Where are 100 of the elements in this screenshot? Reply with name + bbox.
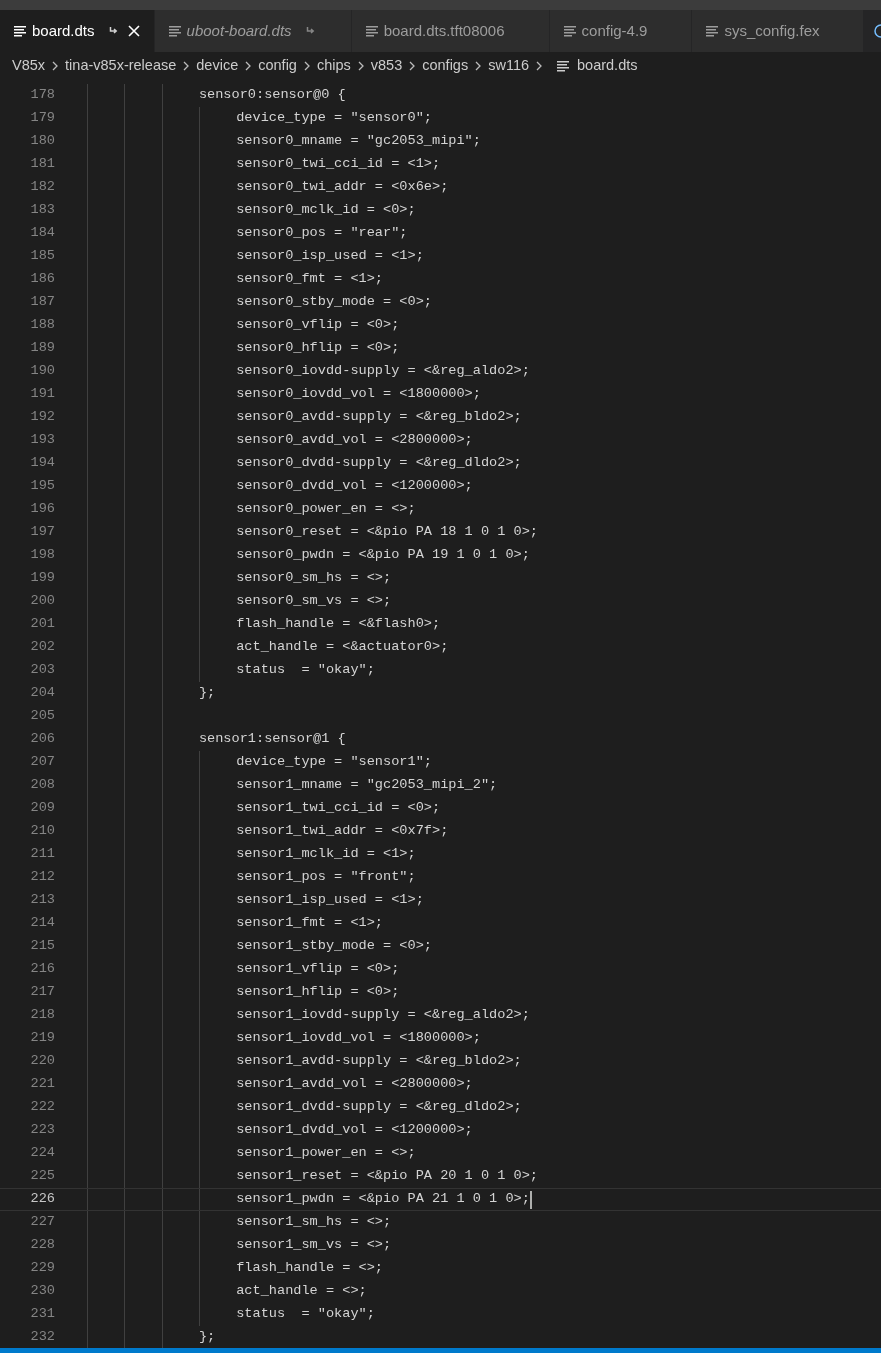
chevron-right-icon — [408, 61, 417, 71]
code-line: sensor1_iovdd_vol = <1800000>; — [236, 1029, 481, 1048]
chevron-right-icon — [182, 61, 191, 71]
line-number: 215 — [29, 937, 56, 956]
code-line: sensor1_fmt = <1>; — [236, 914, 384, 933]
breadcrumb-item[interactable]: v853 — [370, 55, 403, 77]
line-number: 178 — [29, 86, 56, 105]
line-number: 195 — [29, 477, 56, 496]
code-line: sensor0_avdd-supply = <&reg_bldo2>; — [236, 408, 522, 427]
line-number: 192 — [29, 408, 56, 427]
code-line: sensor1_vflip = <0>; — [236, 960, 400, 979]
editor-tab[interactable]: board.dts — [0, 10, 155, 52]
arrow-turn-icon — [305, 26, 315, 36]
breadcrumb-item[interactable]: board.dts — [577, 55, 638, 77]
code-line: sensor0_isp_used = <1>; — [236, 247, 424, 266]
breadcrumb-item[interactable]: configs — [422, 55, 469, 77]
file-lines-icon — [168, 25, 181, 37]
code-line: sensor0_dvdd_vol = <1200000>; — [236, 477, 473, 496]
line-number: 229 — [29, 1259, 56, 1278]
code-line: sensor1_pwdn = <&pio PA 21 1 0 1 0>; — [236, 1190, 530, 1209]
code-line: sensor1_dvdd_vol = <1200000>; — [236, 1121, 473, 1140]
file-lines-icon — [557, 60, 570, 72]
code-line: sensor0_mname = "gc2053_mipi"; — [236, 132, 481, 151]
file-lines-icon — [706, 25, 719, 37]
code-line: sensor0_stby_mode = <0>; — [236, 293, 432, 312]
line-number: 191 — [29, 385, 56, 404]
line-number: 188 — [29, 316, 56, 335]
editor-tab[interactable]: uboot-board.dts — [154, 10, 352, 52]
breadcrumb-item[interactable]: sw116 — [488, 55, 530, 77]
code-line: sensor1_mname = "gc2053_mipi_2"; — [236, 776, 498, 795]
line-number: 210 — [29, 822, 56, 841]
line-number: 204 — [29, 684, 56, 703]
code-line: sensor1_stby_mode = <0>; — [236, 937, 432, 956]
line-number: 209 — [29, 799, 56, 818]
file-lines-icon — [563, 25, 576, 37]
code-line: sensor0_sm_vs = <>; — [236, 592, 392, 611]
code-line: sensor0_iovdd_vol = <1800000>; — [236, 385, 481, 404]
code-line: sensor1_sm_hs = <>; — [236, 1213, 392, 1232]
code-line: flash_handle = <&flash0>; — [236, 615, 441, 634]
file-lines-icon — [14, 25, 26, 37]
code-line: sensor1_pos = "front"; — [236, 868, 416, 887]
line-number: 179 — [29, 109, 56, 128]
breadcrumb-item[interactable]: config — [258, 55, 297, 77]
code-line: sensor0_fmt = <1>; — [236, 270, 384, 289]
arrow-turn-icon — [108, 26, 118, 36]
line-number: 216 — [29, 960, 56, 979]
line-number: 185 — [29, 247, 56, 266]
code-line: sensor0_twi_addr = <0x6e>; — [236, 178, 449, 197]
code-line: sensor0_avdd_vol = <2800000>; — [236, 431, 473, 450]
line-number: 218 — [29, 1006, 56, 1025]
text-cursor — [529, 1190, 532, 1209]
code-line: sensor0_pwdn = <&pio PA 19 1 0 1 0>; — [236, 546, 530, 565]
line-number: 180 — [29, 132, 56, 151]
breadcrumb-item[interactable]: chips — [316, 55, 351, 77]
code-line: sensor1_hflip = <0>; — [236, 983, 400, 1002]
line-number: 206 — [29, 730, 56, 749]
line-number: 189 — [29, 339, 56, 358]
breadcrumb-item[interactable]: device — [196, 55, 239, 77]
line-number: 217 — [29, 983, 56, 1002]
line-number: 213 — [29, 891, 56, 910]
line-number: 211 — [29, 845, 56, 864]
code-line: status = "okay"; — [236, 661, 375, 680]
code-line: sensor0_sm_hs = <>; — [236, 569, 392, 588]
line-number: 226 — [29, 1190, 56, 1209]
code-line: sensor0_iovdd-supply = <&reg_aldo2>; — [236, 362, 530, 381]
code-line: sensor0_mclk_id = <0>; — [236, 201, 416, 220]
line-number: 232 — [29, 1328, 56, 1347]
breadcrumb-item[interactable]: tina-v85x-release — [65, 55, 177, 77]
line-number: 182 — [29, 178, 56, 197]
line-number: 190 — [29, 362, 56, 381]
code-line: act_handle = <&actuator0>; — [236, 638, 449, 657]
code-line: sensor1_sm_vs = <>; — [236, 1236, 392, 1255]
editor-tab[interactable]: board.dts.tft08006 — [351, 10, 550, 52]
line-number: 212 — [29, 868, 56, 887]
line-number: 205 — [29, 707, 56, 726]
line-number: 186 — [29, 270, 56, 289]
code-line: sensor0_pos = "rear"; — [236, 224, 408, 243]
code-line: device_type = "sensor0"; — [236, 109, 432, 128]
code-line: sensor1:sensor@1 { — [198, 730, 346, 749]
code-line: sensor0_hflip = <0>; — [236, 339, 400, 358]
line-number: 228 — [29, 1236, 56, 1255]
code-line: sensor1_dvdd-supply = <&reg_dldo2>; — [236, 1098, 522, 1117]
line-number: 197 — [29, 523, 56, 542]
line-number: 207 — [29, 753, 56, 772]
editor-tab[interactable]: config-4.9 — [549, 10, 693, 52]
editor-tab[interactable]: sys_config.fex — [692, 10, 865, 52]
code-line: act_handle = <>; — [236, 1282, 367, 1301]
code-line: sensor0_power_en = <>; — [236, 500, 416, 519]
line-number: 231 — [29, 1305, 56, 1324]
line-number: 183 — [29, 201, 56, 220]
line-number: 187 — [29, 293, 56, 312]
close-icon[interactable] — [127, 25, 140, 37]
breadcrumb-item[interactable]: V85x — [12, 55, 46, 77]
code-line: sensor1_iovdd-supply = <&reg_aldo2>; — [236, 1006, 530, 1025]
line-number: 223 — [29, 1121, 56, 1140]
chevron-right-icon — [535, 61, 544, 71]
code-line: sensor1_power_en = <>; — [236, 1144, 416, 1163]
code-line: sensor1_avdd_vol = <2800000>; — [236, 1075, 473, 1094]
line-number: 221 — [29, 1075, 56, 1094]
code-line: sensor0:sensor@0 { — [198, 86, 346, 105]
